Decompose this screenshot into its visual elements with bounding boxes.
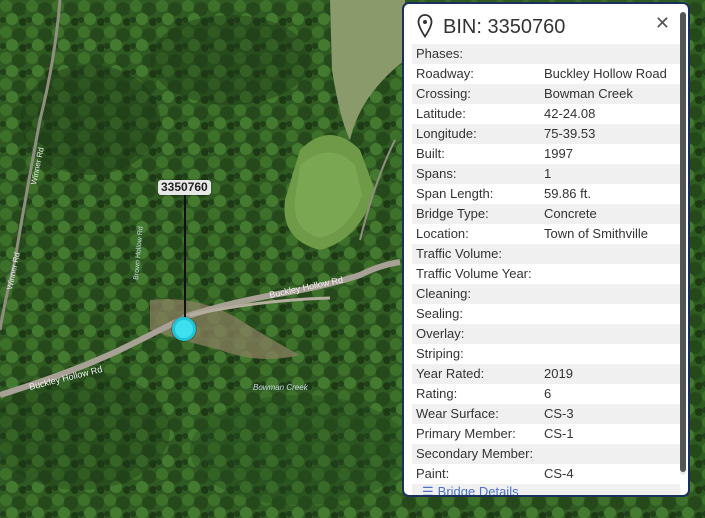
bridge-marker[interactable] — [172, 317, 196, 341]
bridge-info-popup: BIN: 3350760 ✕ Phases: Roadway: Buckley … — [402, 2, 690, 497]
attr-value — [544, 44, 680, 64]
popup-scrollbar[interactable] — [680, 12, 686, 475]
attr-value — [544, 244, 680, 264]
attr-value: CS-4 — [544, 466, 574, 481]
attr-name: Cleaning: — [416, 286, 471, 301]
attr-name: Year Rated: — [416, 366, 485, 381]
bridge-details-label: Bridge Details — [437, 484, 519, 497]
attr-value: 75-39.53 — [544, 126, 596, 141]
popup-header: BIN: 3350760 ✕ — [404, 4, 688, 44]
attr-value: CS-1 — [544, 426, 574, 441]
attr-value — [544, 264, 680, 284]
attr-row-striping: Striping: — [412, 344, 680, 364]
attr-value — [544, 284, 680, 304]
popup-title: BIN: 3350760 — [443, 16, 566, 38]
attr-name: Crossing: — [416, 86, 471, 101]
attr-row-traffic-volume-year: Traffic Volume Year: — [412, 264, 680, 284]
attr-value — [544, 324, 680, 344]
attr-row-traffic-volume: Traffic Volume: — [412, 244, 680, 264]
attr-name: Wear Surface: — [416, 406, 499, 421]
attr-value — [544, 344, 680, 364]
attr-row-spans: Spans: 1 — [412, 164, 680, 184]
attr-name: Location: — [416, 226, 469, 241]
attribute-table: Phases: Roadway: Buckley Hollow Road Cro… — [412, 44, 680, 484]
attr-row-location: Location: Town of Smithville — [412, 224, 680, 244]
attr-name: Spans: — [416, 166, 457, 181]
attr-name: Bridge Type: — [416, 206, 489, 221]
attr-name: Traffic Volume: — [416, 246, 502, 261]
attr-name: Paint: — [416, 466, 450, 481]
attr-value: Bowman Creek — [544, 86, 633, 101]
attr-row-span-length: Span Length: 59.86 ft. — [412, 184, 680, 204]
attr-row-built: Built: 1997 — [412, 144, 680, 164]
attr-row-cleaning: Cleaning: — [412, 284, 680, 304]
attr-value: 59.86 ft. — [544, 186, 591, 201]
attr-value: Concrete — [544, 206, 597, 221]
attr-row-latitude: Latitude: 42-24.08 — [412, 104, 680, 124]
attr-value: 2019 — [544, 366, 573, 381]
attr-name: Longitude: — [416, 126, 477, 141]
marker-leader-line — [184, 195, 186, 320]
attr-row-wear-surface: Wear Surface: CS-3 — [412, 404, 680, 424]
bridge-details-link[interactable]: ☰ Bridge Details — [412, 484, 680, 497]
attr-name: Rating: — [416, 386, 458, 401]
attr-row-rating: Rating: 6 — [412, 384, 680, 404]
attr-row-primary-member: Primary Member: CS-1 — [412, 424, 680, 444]
close-icon[interactable]: ✕ — [655, 14, 670, 32]
attr-row-overlay: Overlay: — [412, 324, 680, 344]
attr-name: Built: — [416, 146, 445, 161]
list-icon: ☰ — [422, 484, 434, 497]
attr-row-paint: Paint: CS-4 — [412, 464, 680, 484]
attr-name: Striping: — [416, 346, 464, 361]
attr-row-roadway: Roadway: Buckley Hollow Road — [412, 64, 680, 84]
marker-label[interactable]: 3350760 — [158, 180, 211, 195]
attr-value: 42-24.08 — [544, 106, 596, 121]
attr-name: Overlay: — [416, 326, 465, 341]
attr-value: Town of Smithville — [544, 226, 649, 241]
attr-row-year-rated: Year Rated: 2019 — [412, 364, 680, 384]
attr-value: Buckley Hollow Road — [544, 66, 667, 81]
attr-value — [544, 444, 680, 464]
attr-name: Primary Member: — [416, 426, 516, 441]
attr-value: 1 — [544, 166, 552, 181]
attr-name: Roadway: — [416, 66, 474, 81]
attr-name: Span Length: — [416, 186, 494, 201]
attr-value: 1997 — [544, 146, 573, 161]
attr-row-phases: Phases: — [412, 44, 680, 64]
attr-row-crossing: Crossing: Bowman Creek — [412, 84, 680, 104]
scrollbar-thumb[interactable] — [680, 12, 686, 472]
creek-label-bowman: Bowman Creek — [253, 383, 309, 392]
attr-name: Phases: — [416, 46, 463, 61]
attr-row-sealing: Sealing: — [412, 304, 680, 324]
attr-name: Latitude: — [416, 106, 466, 121]
location-pin-icon — [417, 14, 433, 38]
attr-name: Secondary Member: — [416, 446, 534, 461]
attr-value: CS-3 — [544, 406, 574, 421]
attr-row-secondary-member: Secondary Member: — [412, 444, 680, 464]
attr-name: Traffic Volume Year: — [416, 266, 532, 281]
attr-name: Sealing: — [416, 306, 463, 321]
attr-row-longitude: Longitude: 75-39.53 — [412, 124, 680, 144]
attr-value: 6 — [544, 386, 552, 401]
attr-row-bridge-type: Bridge Type: Concrete — [412, 204, 680, 224]
attr-value — [544, 304, 680, 324]
